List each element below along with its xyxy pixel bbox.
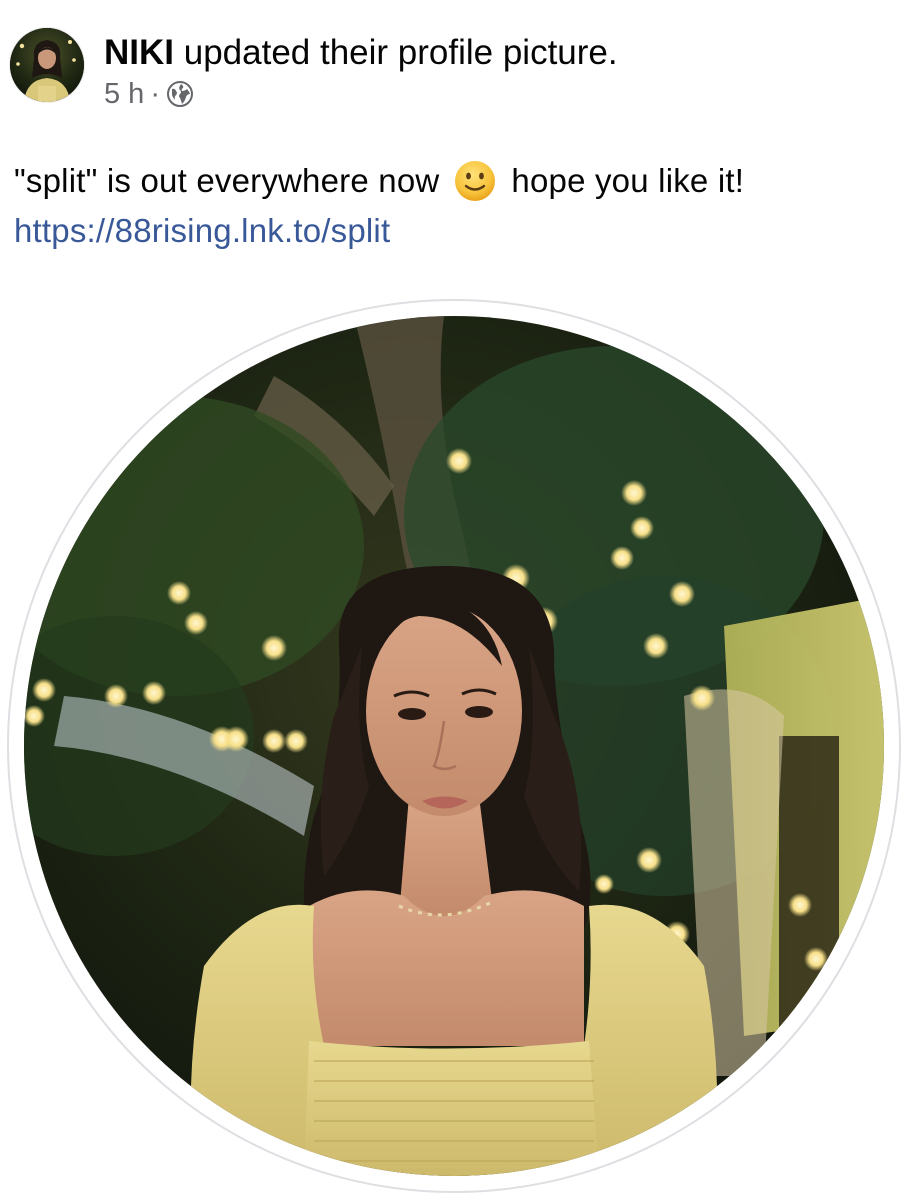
post-timestamp[interactable]: 5 h bbox=[104, 76, 144, 112]
caption-link-line: https://88rising.lnk.to/split bbox=[14, 206, 894, 256]
author-name[interactable]: NIKI bbox=[104, 33, 174, 72]
slightly-smiling-face-icon bbox=[453, 159, 497, 203]
post-header: NIKI updated their profile picture. 5 h … bbox=[10, 28, 618, 110]
caption-line: "split" is out everywhere now hope you l… bbox=[14, 156, 894, 206]
profile-photo[interactable] bbox=[24, 316, 884, 1176]
post-action-text: updated their profile picture. bbox=[183, 33, 618, 72]
caption-text-start: "split" is out everywhere now bbox=[14, 162, 440, 199]
post-headline: NIKI updated their profile picture. bbox=[104, 32, 618, 74]
meta-separator: · bbox=[150, 78, 160, 110]
post-caption: "split" is out everywhere now hope you l… bbox=[14, 156, 894, 256]
post-meta: 5 h · bbox=[104, 76, 618, 112]
globe-icon[interactable] bbox=[166, 80, 194, 108]
profile-photo-image bbox=[24, 316, 884, 1176]
avatar-image bbox=[10, 28, 84, 102]
author-avatar[interactable] bbox=[10, 28, 84, 102]
profile-photo-frame[interactable] bbox=[9, 301, 899, 1191]
caption-text-end: hope you like it! bbox=[511, 162, 745, 199]
post-header-text: NIKI updated their profile picture. 5 h … bbox=[104, 32, 618, 112]
caption-link[interactable]: https://88rising.lnk.to/split bbox=[14, 212, 390, 249]
